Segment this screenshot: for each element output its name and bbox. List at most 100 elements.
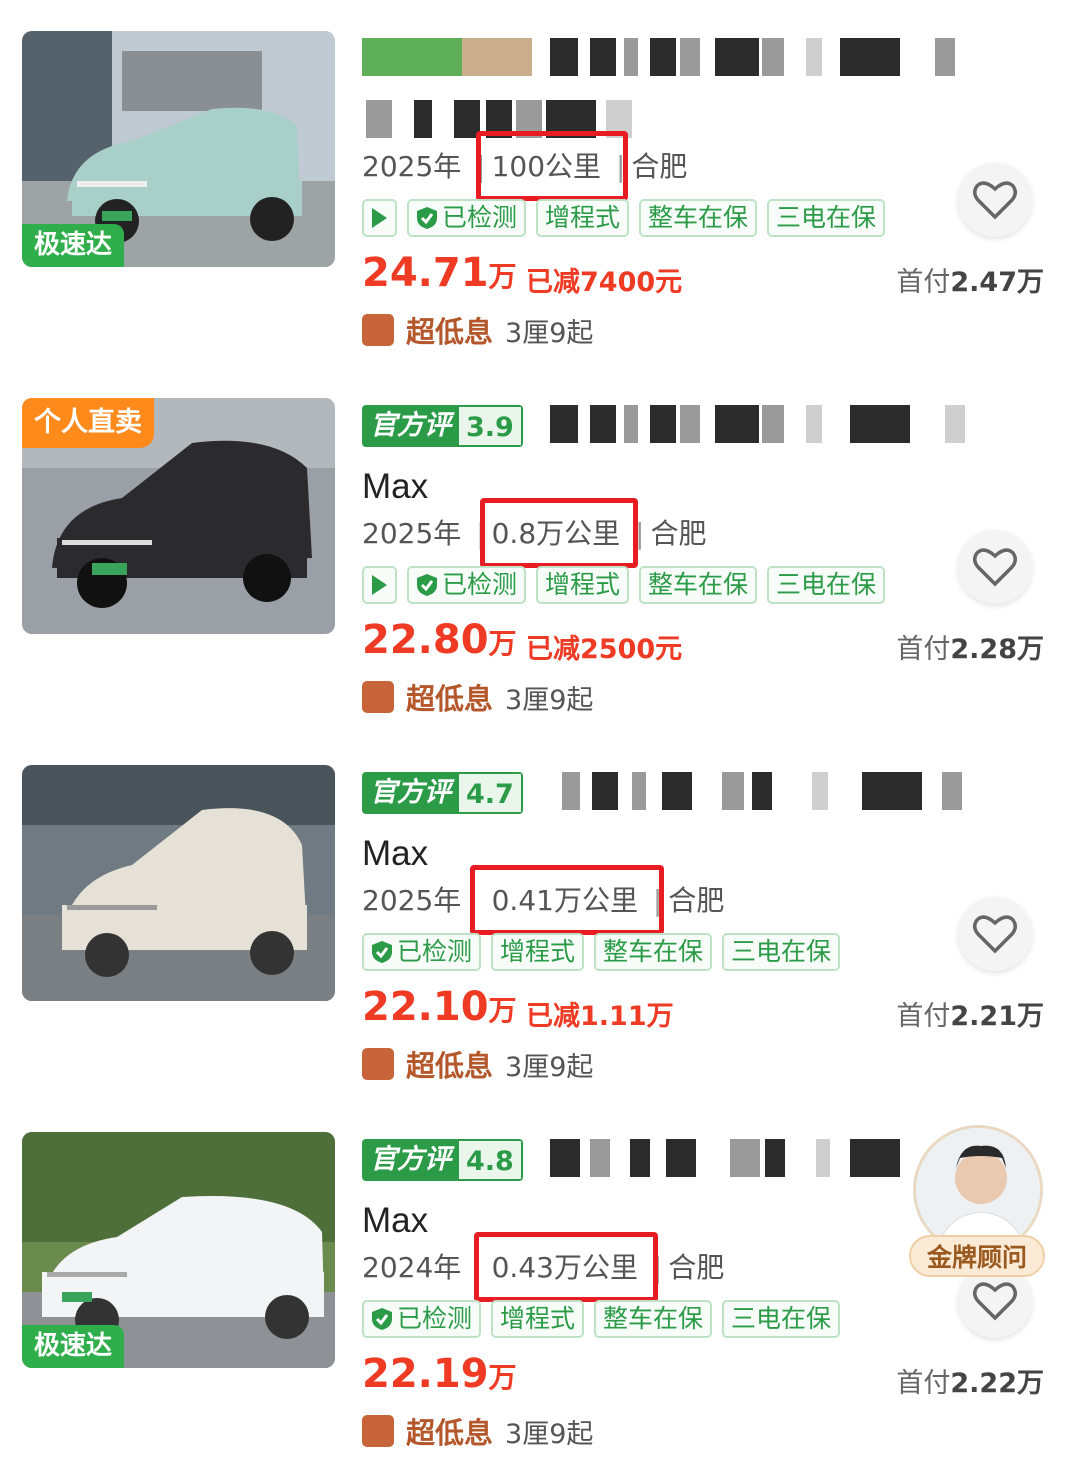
heart-icon (973, 181, 1017, 220)
down-payment-value: 2.28万 (950, 634, 1044, 665)
loan-label: 超低息 (406, 315, 494, 349)
obscured-title-text (562, 772, 982, 810)
listing-card[interactable]: 个人直卖 官方评 3.9 Max 2025年 | 0.8万公里 | 合肥 已检测 增… (0, 367, 1080, 734)
tag-label: 已检测 (442, 570, 518, 599)
tag-vehicle-warranty: 整车在保 (594, 1300, 713, 1338)
down-payment: 首付2.21万 (896, 994, 1044, 1033)
gold-advisor-button[interactable]: 金牌顾问 (907, 1125, 1047, 1281)
favorite-button[interactable] (958, 530, 1032, 604)
loan-icon (362, 314, 394, 346)
down-payment-value: 2.47万 (950, 267, 1044, 298)
official-rating-label: 官方评 (362, 772, 459, 814)
city: 合肥 (650, 517, 707, 550)
feature-tags: 已检测 增程式 整车在保 三电在保 (362, 1300, 841, 1338)
tag-range-extender: 增程式 (536, 566, 630, 604)
mileage-highlight-box (480, 498, 638, 568)
heart-icon (973, 915, 1017, 954)
down-payment: 首付2.47万 (896, 260, 1044, 299)
official-rating-label: 官方评 (362, 405, 459, 447)
down-payment-label: 首付 (896, 267, 951, 298)
tag-battery-warranty: 三电在保 (767, 566, 886, 604)
city: 合肥 (668, 884, 725, 917)
city: 合肥 (668, 1251, 725, 1284)
model-name: Max (362, 1201, 429, 1240)
heart-icon (973, 1282, 1017, 1321)
down-payment-label: 首付 (896, 1368, 951, 1399)
city: 合肥 (631, 150, 688, 183)
price-reduction: 已减2500元 (526, 634, 683, 665)
price-value: 22.10 (362, 984, 489, 1030)
shield-check-icon (417, 207, 437, 229)
obscured-title-text (550, 1139, 910, 1177)
loan-icon (362, 1048, 394, 1080)
year: 2024年 (362, 1251, 462, 1284)
price-unit: 万 (488, 994, 517, 1027)
year: 2025年 (362, 517, 462, 550)
tag-label: 已检测 (397, 1304, 473, 1333)
official-rating-score: 4.8 (459, 1139, 523, 1181)
obscured-title-block (362, 38, 532, 76)
fast-delivery-badge: 极速达 (22, 224, 125, 267)
year: 2025年 (362, 150, 462, 183)
down-payment: 首付2.22万 (896, 1361, 1044, 1400)
mileage-highlight-box (474, 1232, 658, 1302)
price-row: 22.19万 首付2.22万 (362, 1351, 1062, 1405)
tag-inspected: 已检测 (362, 1300, 482, 1338)
official-rating-badge: 官方评 4.7 (362, 772, 523, 814)
car-title: 官方评 3.9 (362, 400, 982, 450)
car-image (22, 765, 335, 1001)
price: 22.10万 (362, 984, 517, 1030)
car-meta: 2025年 | 0.41万公里 | 合肥 (362, 865, 725, 935)
loan-rate: 3厘9起 (505, 1418, 594, 1450)
down-payment-value: 2.22万 (950, 1368, 1044, 1399)
mileage-highlight-box (470, 865, 664, 935)
car-meta: 2024年 | 0.43万公里 | 合肥 (362, 1232, 725, 1302)
tag-vehicle-warranty: 整车在保 (594, 933, 713, 971)
price-row: 22.80万 已减2500元 首付2.28万 (362, 617, 1062, 671)
tag-label: 已检测 (397, 937, 473, 966)
price-value: 22.80 (362, 617, 489, 663)
loan-rate: 3厘9起 (505, 1051, 594, 1083)
car-title: 官方评 4.7 (362, 767, 982, 817)
down-payment-label: 首付 (896, 634, 951, 665)
down-payment-label: 首付 (896, 1001, 951, 1032)
loan-offer[interactable]: 超低息 3厘9起 (362, 1043, 593, 1085)
feature-tags: 已检测 增程式 整车在保 三电在保 (362, 199, 886, 237)
tag-range-extender: 增程式 (536, 199, 630, 237)
tag-vehicle-warranty: 整车在保 (639, 566, 758, 604)
shield-check-icon (417, 574, 437, 596)
listing-card[interactable]: 极速达 2025年 | 100公里 | 合肥 已检测 增程式 整车在保 三电在保… (0, 0, 1080, 367)
personal-sale-badge: 个人直卖 (22, 398, 154, 448)
price-row: 24.71万 已减7400元 首付2.47万 (362, 250, 1062, 304)
price-reduction: 已减1.11万 (526, 1001, 674, 1032)
tag-inspected: 已检测 (407, 566, 527, 604)
car-listing-list: 极速达 2025年 | 100公里 | 合肥 已检测 增程式 整车在保 三电在保… (0, 0, 1080, 1481)
fast-delivery-badge: 极速达 (22, 1325, 125, 1368)
price-unit: 万 (488, 260, 517, 293)
car-photo[interactable] (22, 765, 335, 1001)
loan-offer[interactable]: 超低息 3厘9起 (362, 676, 593, 718)
down-payment: 首付2.28万 (896, 627, 1044, 666)
loan-offer[interactable]: 超低息 3厘9起 (362, 1410, 593, 1452)
loan-offer[interactable]: 超低息 3厘9起 (362, 309, 593, 351)
car-title-obscured (362, 33, 982, 83)
price-row: 22.10万 已减1.11万 首付2.21万 (362, 984, 1062, 1038)
price-value: 22.19 (362, 1351, 489, 1397)
mileage-highlight-box (476, 131, 628, 201)
tag-battery-warranty: 三电在保 (722, 1300, 841, 1338)
price-unit: 万 (488, 627, 517, 660)
down-payment-value: 2.21万 (950, 1001, 1044, 1032)
loan-rate: 3厘9起 (505, 684, 594, 716)
tag-battery-warranty: 三电在保 (722, 933, 841, 971)
favorite-button[interactable] (958, 897, 1032, 971)
favorite-button[interactable] (958, 163, 1032, 237)
loan-label: 超低息 (406, 682, 494, 716)
tag-label: 已检测 (442, 203, 518, 232)
video-tag[interactable] (362, 199, 397, 237)
year: 2025年 (362, 884, 462, 917)
loan-rate: 3厘9起 (505, 317, 594, 349)
listing-card[interactable]: 官方评 4.7 Max 2025年 | 0.41万公里 | 合肥 已检测 增程式 整… (0, 734, 1080, 1101)
loan-icon (362, 681, 394, 713)
video-tag[interactable] (362, 566, 397, 604)
loan-label: 超低息 (406, 1049, 494, 1083)
